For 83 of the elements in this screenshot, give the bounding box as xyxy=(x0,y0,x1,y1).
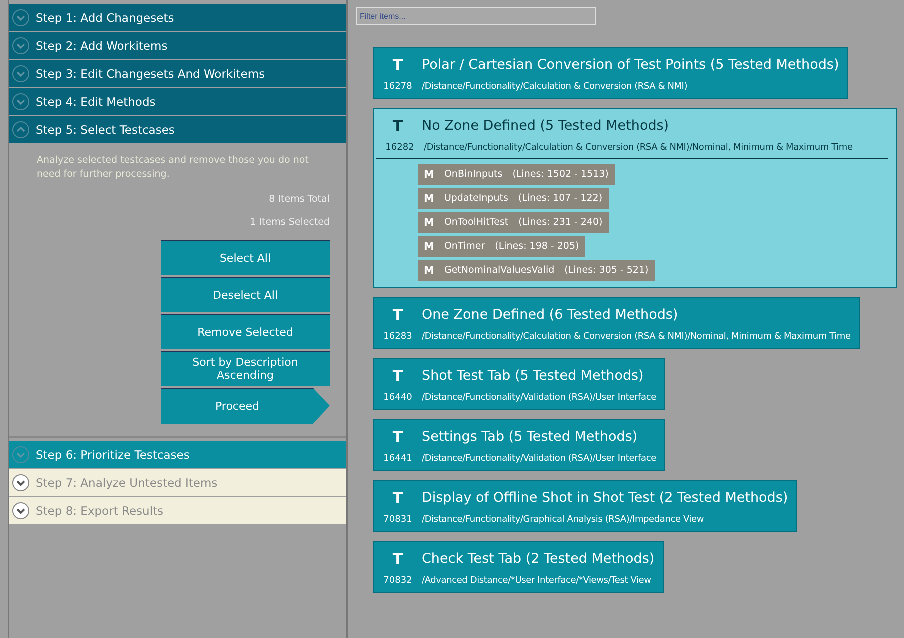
method-item[interactable]: M OnToolHitTest (Lines: 231 - 240) xyxy=(418,212,609,233)
testcase-path: /Distance/Functionality/Calculation & Conversion (RSA & NMI)/Nominal, Minimum & Maximum Time xyxy=(424,143,853,153)
action-button[interactable]: Sort by Description Ascending xyxy=(161,351,330,386)
step-description: Analyze selected testcases and remove those you do not need for further processing. xyxy=(36,154,310,182)
action-button[interactable]: Remove Selected xyxy=(161,314,330,349)
step-title: Step 4: Edit Methods xyxy=(36,94,156,108)
method-letter: M xyxy=(424,168,434,180)
method-item[interactable]: M OnBinInputs (Lines: 1502 - 1513) xyxy=(418,164,615,185)
step-title: Step 8: Export Results xyxy=(36,504,164,518)
testcase-id: 70831 xyxy=(382,515,414,525)
method-name: OnToolHitTest xyxy=(444,217,509,228)
step-title: Step 6: Prioritize Testcases xyxy=(36,448,190,462)
testcase-title: Display of Offline Shot in Shot Test (2 Tested Methods) xyxy=(422,490,788,506)
testcase-card[interactable] xyxy=(373,108,897,288)
testcase-title: One Zone Defined (6 Tested Methods) xyxy=(422,307,678,323)
proceed-button[interactable]: Proceed xyxy=(161,388,330,424)
testcase-id: 16278 xyxy=(382,82,414,92)
type-letter: T xyxy=(392,306,404,324)
testcase-card[interactable]: T Shot Test Tab (5 Tested Methods) 16440 /Distance/Functionality/Validation (RSA)/User Interface xyxy=(373,358,666,410)
type-letter: T xyxy=(392,489,404,507)
method-item[interactable]: M UpdateInputs (Lines: 107 - 122) xyxy=(418,188,609,209)
collapse-icon[interactable] xyxy=(12,120,30,138)
method-letter: M xyxy=(424,264,434,276)
step-header[interactable]: Step 5: Select Testcases xyxy=(9,116,346,143)
method-letter: M xyxy=(424,240,434,252)
testcase-title: Check Test Tab (2 Tested Methods) xyxy=(422,551,655,567)
testcase-title: Settings Tab (5 Tested Methods) xyxy=(422,429,638,445)
testcase-path: /Distance/Functionality/Graphical Analysis (RSA)/Impedance View xyxy=(422,515,704,525)
method-lines: (Lines: 231 - 240) xyxy=(518,217,603,228)
step-header[interactable]: Step 1: Add Changesets xyxy=(9,4,346,31)
method-letter: M xyxy=(424,192,434,204)
step-header[interactable]: Step 7: Analyze Untested Items xyxy=(9,469,346,496)
expand-icon[interactable] xyxy=(12,474,30,492)
method-name: GetNominalValuesValid xyxy=(444,265,555,276)
step-title: Step 1: Add Changesets xyxy=(36,10,174,24)
method-letter: M xyxy=(424,216,434,228)
testcase-card[interactable]: T Settings Tab (5 Tested Methods) 16441 /Distance/Functionality/Validation (RSA)/User Interface xyxy=(373,419,666,471)
step-header[interactable]: Step 4: Edit Methods xyxy=(9,88,346,115)
testcase-id: 16283 xyxy=(382,332,414,342)
method-name: OnTimer xyxy=(444,241,486,252)
testcase-path: /Advanced Distance/*User Interface/*Views/Test View xyxy=(422,576,652,586)
testcase-title: Shot Test Tab (5 Tested Methods) xyxy=(422,368,644,384)
testcase-id: 16440 xyxy=(382,393,414,403)
method-name: OnBinInputs xyxy=(444,169,503,180)
testcase-card[interactable]: T Polar / Cartesian Conversion of Test Points (5 Tested Methods) 16278 /Distance/Functionality/Calculation & Conversion (RSA & NMI) xyxy=(373,47,848,99)
method-lines: (Lines: 305 - 521) xyxy=(564,265,649,276)
testcase-card[interactable]: T Display of Offline Shot in Shot Test (2 Tested Methods) 70831 /Distance/Functionality/Graphical Analysis (RSA)/Impedance View xyxy=(373,480,798,532)
step-header[interactable]: Step 3: Edit Changesets And Workitems xyxy=(9,60,346,87)
method-lines: (Lines: 107 - 122) xyxy=(518,193,603,204)
method-name: UpdateInputs xyxy=(444,193,508,204)
step-header[interactable]: Step 6: Prioritize Testcases xyxy=(9,441,346,468)
testcase-card[interactable]: T One Zone Defined (6 Tested Methods) 16283 /Distance/Functionality/Calculation & Conversion (RSA & NMI)/Nominal, Minimum & Maximum Time xyxy=(373,297,860,349)
step-header[interactable]: Step 2: Add Workitems xyxy=(9,32,346,59)
filter-field[interactable]: Filter items... xyxy=(356,7,596,25)
expand-icon[interactable] xyxy=(12,502,30,520)
method-item[interactable]: M OnTimer (Lines: 198 - 205) xyxy=(418,236,586,257)
testcase-path: /Distance/Functionality/Validation (RSA)/User Interface xyxy=(422,393,656,403)
action-button[interactable]: Deselect All xyxy=(161,277,330,312)
items-total: 8 Items Total xyxy=(269,194,330,205)
step-title: Step 3: Edit Changesets And Workitems xyxy=(36,66,266,80)
testcase-title: Polar / Cartesian Conversion of Test Points (5 Tested Methods) xyxy=(422,57,840,73)
testcase-path: /Distance/Functionality/Calculation & Conversion (RSA & NMI)/Nominal, Minimum & Maximum Time xyxy=(422,332,851,342)
testcase-card[interactable]: T Check Test Tab (2 Tested Methods) 70832 /Advanced Distance/*User Interface/*Views/Test View xyxy=(373,541,664,593)
method-lines: (Lines: 1502 - 1513) xyxy=(512,169,609,180)
type-letter: T xyxy=(392,117,404,135)
testcase-id: 70832 xyxy=(382,576,414,586)
action-button[interactable]: Select All xyxy=(161,240,330,275)
testcase-id: 16282 xyxy=(384,143,416,153)
method-item[interactable]: M GetNominalValuesValid (Lines: 305 - 521) xyxy=(418,260,655,281)
items-selected: 1 Items Selected xyxy=(250,217,330,228)
step-title: Step 7: Analyze Untested Items xyxy=(36,476,218,490)
step-title: Step 5: Select Testcases xyxy=(36,122,175,136)
step-title: Step 2: Add Workitems xyxy=(36,38,168,52)
testcase-path: /Distance/Functionality/Calculation & Conversion (RSA & NMI) xyxy=(422,82,688,92)
type-letter: T xyxy=(392,56,404,74)
testcase-title: No Zone Defined (5 Tested Methods) xyxy=(422,118,670,134)
method-lines: (Lines: 198 - 205) xyxy=(495,241,580,252)
type-letter: T xyxy=(392,428,404,446)
type-letter: T xyxy=(392,550,404,568)
testcase-path: /Distance/Functionality/Validation (RSA)/User Interface xyxy=(422,454,656,464)
type-letter: T xyxy=(392,367,404,385)
testcase-id: 16441 xyxy=(382,454,414,464)
step-header[interactable]: Step 8: Export Results xyxy=(9,497,346,524)
